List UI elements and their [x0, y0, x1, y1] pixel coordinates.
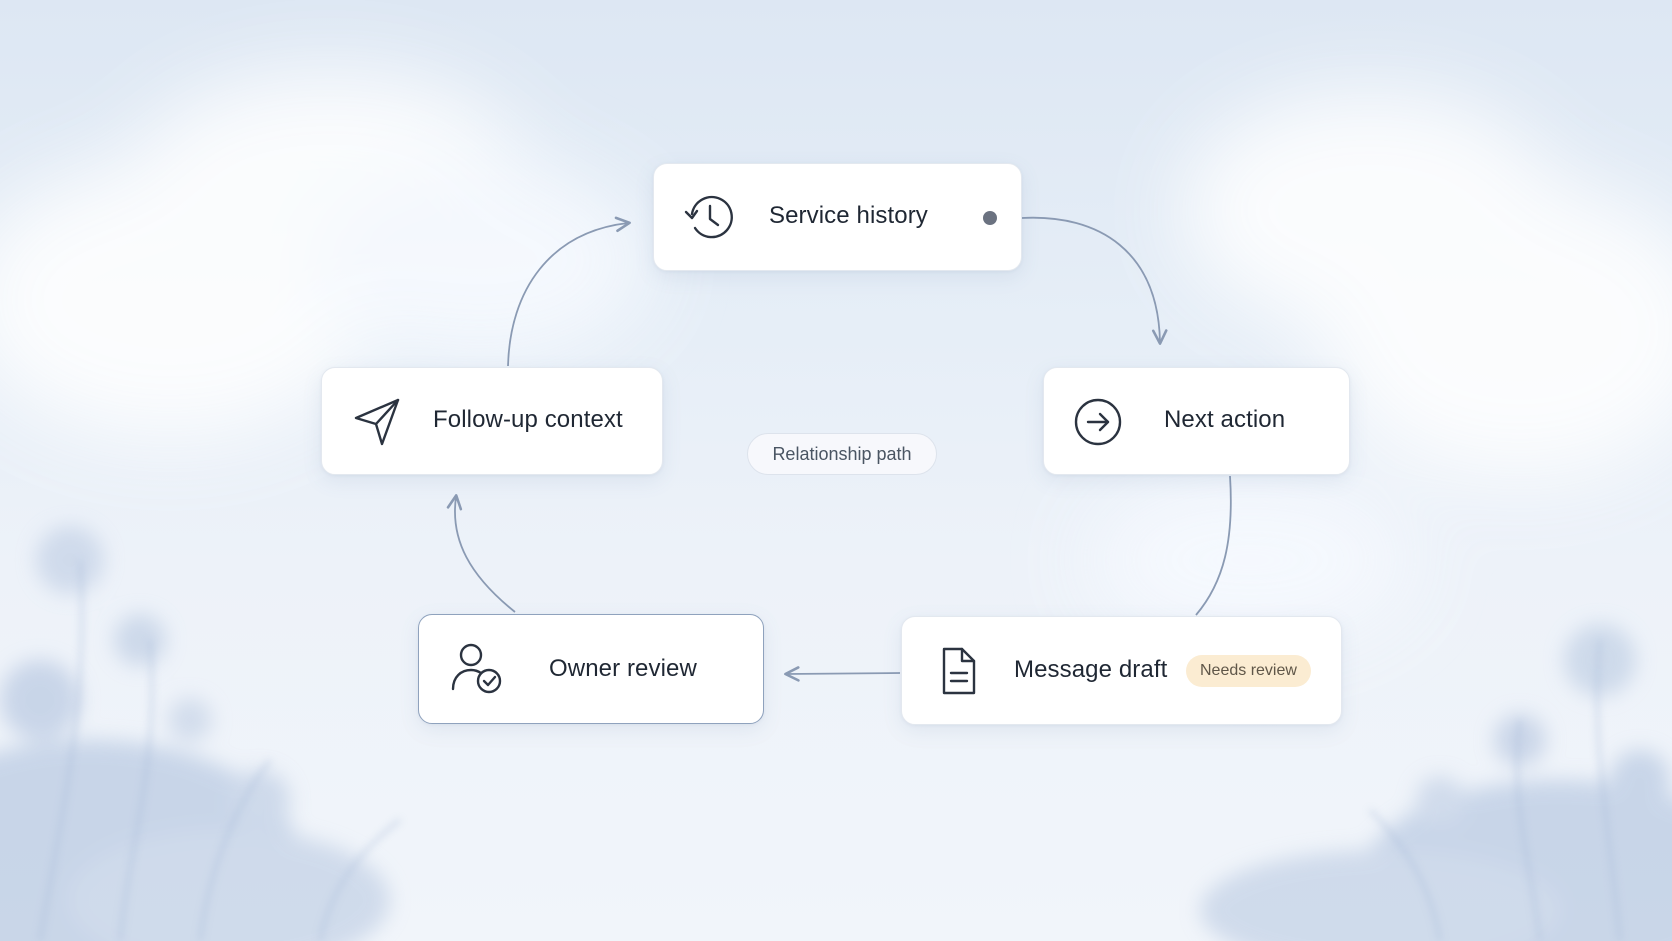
- node-label-service-history: Service history: [769, 202, 928, 229]
- node-label-next-action: Next action: [1164, 406, 1286, 433]
- document-icon: [928, 641, 988, 701]
- node-followup-context[interactable]: Follow-up context: [321, 367, 663, 475]
- relationship-path-label: Relationship path: [747, 433, 937, 475]
- history-clock-icon: [680, 188, 740, 248]
- paper-plane-icon: [348, 392, 408, 452]
- connector-owner-to-followup: [446, 494, 516, 613]
- connector-followup-to-service: [507, 216, 631, 367]
- node-message-draft[interactable]: Message draft Needs review: [901, 616, 1342, 725]
- status-dot: [983, 211, 997, 225]
- connector-next-to-message: [1195, 475, 1232, 616]
- node-next-action[interactable]: Next action: [1043, 367, 1350, 475]
- node-owner-review[interactable]: Owner review: [418, 614, 764, 724]
- connector-service-to-next: [1021, 216, 1168, 345]
- node-label-followup-context: Follow-up context: [433, 406, 623, 433]
- user-check-icon: [447, 639, 507, 699]
- node-label-message-draft: Message draft: [1014, 656, 1168, 683]
- node-label-owner-review: Owner review: [549, 655, 697, 682]
- node-service-history[interactable]: Service history: [653, 163, 1022, 271]
- connector-message-to-owner: [784, 666, 901, 682]
- status-badge-needs-review: Needs review: [1186, 655, 1311, 687]
- arrow-right-circle-icon: [1068, 392, 1128, 452]
